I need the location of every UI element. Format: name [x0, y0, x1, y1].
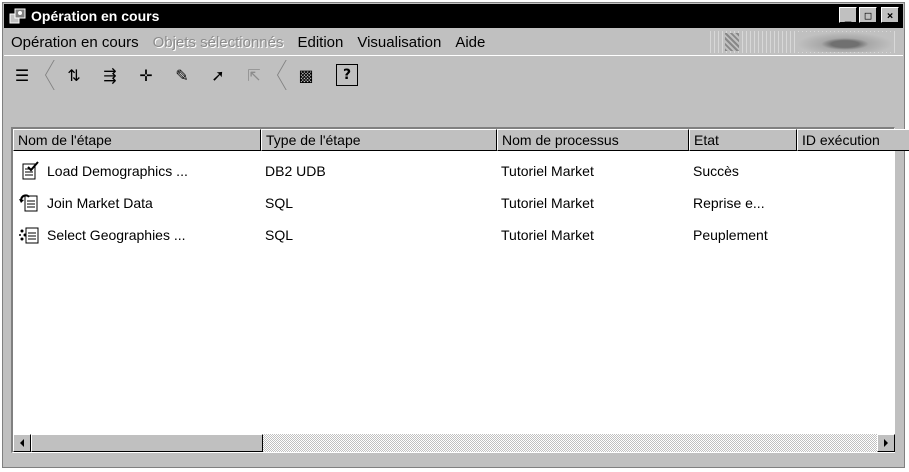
column-state[interactable]: Etat	[689, 129, 797, 151]
column-run-id[interactable]: ID exécution	[797, 129, 909, 151]
operation-icon	[9, 8, 27, 24]
step-populate-icon	[19, 225, 41, 245]
table-row[interactable]: Select Geographies ... SQL Tutoriel Mark…	[13, 219, 909, 251]
maximize-button[interactable]: □	[859, 7, 877, 23]
toolbar: ☰ ⇅ ⇶ ✛ ✎ ➚ ⇱ ▩ ?	[4, 55, 903, 94]
column-step-type[interactable]: Type de l'étape	[261, 129, 497, 151]
process-name: Tutoriel Market	[501, 227, 594, 243]
promote-icon[interactable]: ✎	[168, 62, 196, 88]
filter-icon[interactable]: ⇶	[96, 62, 124, 88]
scroll-left-button[interactable]	[13, 434, 31, 452]
table-row[interactable]: Load Demographics ... DB2 UDB Tutoriel M…	[13, 155, 909, 187]
menu-bar: Opération en cours Objets sélectionnés E…	[4, 29, 903, 55]
deselect-pointer-icon[interactable]: ⇱	[240, 62, 268, 88]
process-name: Tutoriel Market	[501, 163, 594, 179]
title-bar[interactable]: Opération en cours _ □ ×	[4, 4, 903, 28]
step-type: SQL	[265, 227, 294, 243]
step-type: SQL	[265, 195, 294, 211]
process-name: Tutoriel Market	[501, 195, 594, 211]
select-pointer-icon[interactable]: ➚	[204, 62, 232, 88]
menu-edit[interactable]: Edition	[290, 34, 350, 51]
step-name: Join Market Data	[47, 195, 153, 211]
step-state: Peuplement	[693, 227, 768, 243]
menu-operation[interactable]: Opération en cours	[4, 34, 146, 51]
operations-list[interactable]: Nom de l'étape Type de l'étape Nom de pr…	[11, 127, 909, 453]
step-name: Select Geographies ...	[47, 227, 186, 243]
step-state: Reprise e...	[693, 195, 765, 211]
sort-icon[interactable]: ⇅	[60, 62, 88, 88]
details-view-icon[interactable]: ☰	[8, 62, 36, 88]
list-rows: Load Demographics ... DB2 UDB Tutoriel M…	[13, 155, 909, 251]
window-controls: _ □ ×	[839, 7, 899, 23]
menu-view[interactable]: Visualisation	[350, 34, 448, 51]
toolbar-separator	[274, 60, 286, 90]
horizontal-scrollbar[interactable]	[13, 434, 895, 452]
close-button[interactable]: ×	[881, 7, 899, 23]
table-row[interactable]: Join Market Data SQL Tutoriel Market Rep…	[13, 187, 909, 219]
list-header: Nom de l'étape Type de l'étape Nom de pr…	[13, 129, 909, 151]
log-viewer-icon[interactable]: ▩	[292, 62, 320, 88]
step-type: DB2 UDB	[265, 163, 326, 179]
menu-selected-objects[interactable]: Objets sélectionnés	[146, 34, 291, 51]
minimize-button[interactable]: _	[839, 7, 857, 23]
menu-help[interactable]: Aide	[448, 34, 492, 51]
arrow-right-icon	[884, 439, 888, 447]
arrow-left-icon	[20, 439, 24, 447]
scroll-thumb[interactable]	[31, 434, 263, 452]
step-check-icon	[19, 161, 41, 181]
column-process-name[interactable]: Nom de processus	[497, 129, 689, 151]
step-retry-icon	[19, 193, 41, 213]
app-window: Opération en cours _ □ × Opération en co…	[2, 2, 909, 468]
toolbar-separator	[42, 60, 54, 90]
brand-art	[707, 31, 897, 53]
move-icon[interactable]: ✛	[132, 62, 160, 88]
scroll-right-button[interactable]	[877, 434, 895, 452]
column-step-name[interactable]: Nom de l'étape	[13, 129, 261, 151]
help-icon[interactable]: ?	[336, 64, 358, 86]
step-name: Load Demographics ...	[47, 163, 188, 179]
window-title: Opération en cours	[31, 8, 160, 24]
step-state: Succès	[693, 163, 739, 179]
